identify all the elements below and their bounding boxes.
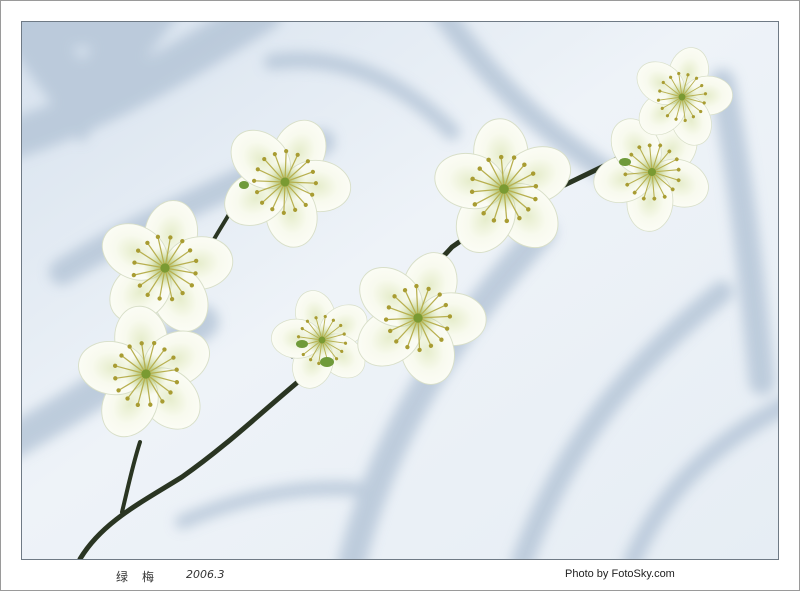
photo-title: 绿梅 — [116, 570, 169, 584]
photo-credit: Photo by FotoSky.com — [565, 568, 675, 580]
plum-blossom-photo — [21, 21, 779, 560]
photo-date: 2006.3 — [186, 568, 225, 581]
blossom-illustration — [22, 22, 778, 559]
